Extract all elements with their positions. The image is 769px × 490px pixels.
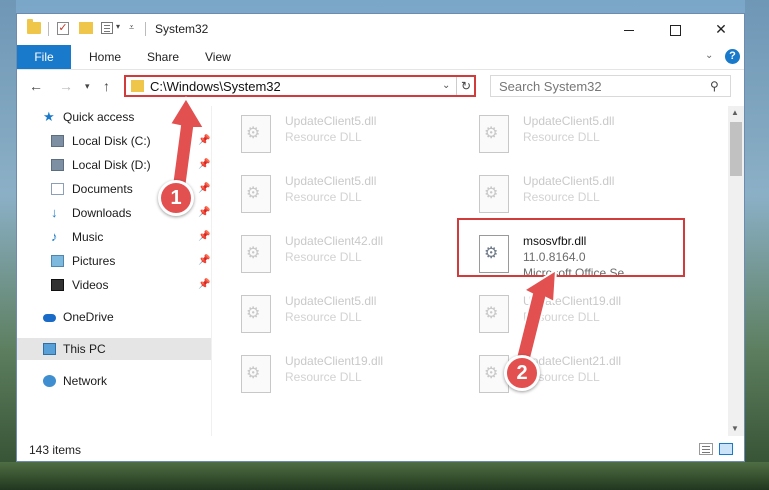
step-1-badge: 1 <box>158 180 194 216</box>
arrow-1 <box>168 96 206 190</box>
arrow-2 <box>514 268 558 364</box>
annotation-arrows <box>168 96 558 364</box>
step-2-badge: 2 <box>504 355 540 391</box>
